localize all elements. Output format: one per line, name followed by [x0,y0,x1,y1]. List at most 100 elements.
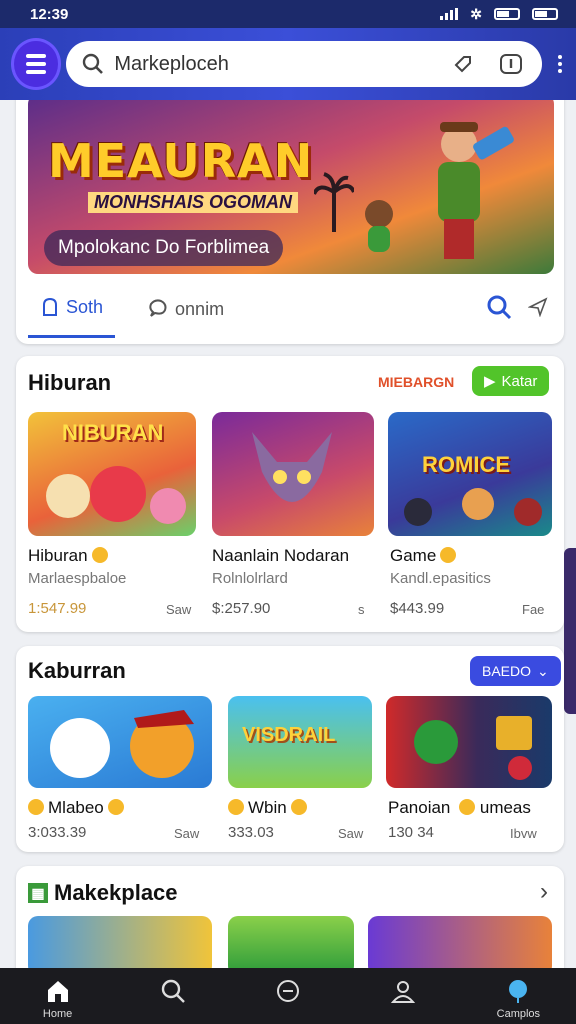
hero-card: MEAURAN MONHSHAIS OGOMAN Mpolokanc Do Fo… [16,100,564,344]
menu-button[interactable] [14,41,59,87]
search-icon [83,53,104,74]
nav-center[interactable] [248,978,328,1020]
tile-caption: ROMICE [422,452,510,477]
search-icon [161,979,185,1003]
filter-button-label: BAEDO [482,663,532,679]
game-tile[interactable] [28,916,212,970]
item-price: 3:033.39 [28,824,87,841]
share-icon [527,296,548,318]
nav-profile[interactable] [363,978,443,1020]
hero-tag[interactable]: Mpolokanc Do Forblimea [44,230,284,266]
play-icon: ▶ [484,373,496,390]
hero-banner[interactable]: MEAURAN MONHSHAIS OGOMAN Mpolokanc Do Fo… [28,100,554,274]
bell-icon [43,297,57,316]
section-title: Kaburran [28,658,126,683]
item-name: Panoian umeas [388,798,531,817]
side-drawer-handle[interactable] [564,548,576,714]
wifi-icon: ✲ [470,5,482,22]
item-meta: Ibvw [510,826,537,841]
status-icons: ✲ [440,6,558,23]
nav-home[interactable]: Home [18,978,98,1020]
signal-icon [440,8,459,20]
item-subtitle: Kandl.epasitics [390,570,491,587]
hero-characters-illustration [414,716,532,780]
adventurers-illustration [404,488,542,526]
item-name: Hiburan [28,546,108,566]
animal-characters-illustration [50,710,194,778]
hero-character-illustration [438,122,514,259]
bottom-navigation: Home Camplos [0,968,576,1024]
more-options-button[interactable] [558,55,562,73]
search-bar[interactable]: Markeploceh [66,41,542,87]
minus-circle-icon [276,980,299,1002]
section-title: Hiburan [28,370,112,395]
tab-bar: Soth onnim [16,280,564,338]
item-name: Game [390,546,457,566]
balloon-icon [509,980,528,1003]
tab-search-button[interactable] [480,294,518,325]
item-subtitle: Rolnlolrlard [212,570,288,587]
chevron-right-icon[interactable]: › [540,878,548,906]
battery-icon-2 [532,8,558,20]
chevron-down-icon: ⌄ [537,662,549,679]
item-price: 1:547.99 [28,600,87,617]
item-meta: Saw [338,826,364,841]
tab-onnim[interactable]: onnim [135,280,236,338]
status-time: 12:39 [30,5,69,23]
coin-icon [459,799,476,815]
item-name: Mlabeo [28,798,124,818]
section-hiburan: Hiburan MIEBARGN ▶ Katar NIBURAN ROMICE … [16,356,564,632]
coin-icon [228,799,244,815]
coin-icon [440,547,457,563]
share-button[interactable] [518,296,564,322]
nav-camplos[interactable]: Camplos [478,978,558,1020]
play-button-label: Katar [501,372,538,390]
game-tile[interactable]: NIBURAN [28,412,196,536]
battery-icon [494,8,520,20]
game-tile[interactable] [28,696,212,788]
game-tile[interactable] [212,412,374,536]
chat-icon [149,299,167,317]
nav-label: Home [42,1008,73,1020]
item-subtitle: Marlaespbaloe [28,570,127,587]
creature-illustration [252,432,332,502]
game-tile[interactable] [228,916,354,970]
item-price: $443.99 [390,600,445,617]
coin-icon [290,799,307,815]
game-tile[interactable] [386,696,552,788]
search-icon [487,295,512,319]
top-bar: Markeploceh [0,28,576,100]
palm-tree-illustration [314,172,354,232]
user-icon [391,981,416,1003]
tag-icon[interactable] [448,49,478,79]
info-icon[interactable] [496,49,526,79]
filter-dropdown-button[interactable]: BAEDO ⌄ [470,656,561,686]
item-meta: Saw [174,826,200,841]
item-name: Naanlain Nodaran [212,546,350,565]
play-button[interactable]: ▶ Katar [472,366,550,396]
tab-soth[interactable]: Soth [28,280,116,338]
status-bar: 12:39 ✲ [0,0,576,28]
game-tile[interactable]: VISDRAIL [228,696,372,788]
hero-title: MEAURAN [48,134,314,188]
nav-search[interactable] [133,978,213,1020]
section-link[interactable]: MIEBARGN [378,374,454,390]
coin-icon [107,799,124,815]
hero-subtitle: MONHSHAIS OGOMAN [88,192,298,213]
coin-icon [91,547,108,563]
tile-caption: VISDRAIL [242,724,336,746]
search-input[interactable]: Markeploceh [114,53,430,76]
cartoon-characters-illustration [46,466,186,524]
game-tile[interactable] [368,916,552,970]
tab-label: onnim [175,298,225,319]
item-meta: Fae [522,602,545,617]
item-price: $:257.90 [212,600,271,617]
coin-icon [28,799,44,815]
item-name: Wbin [228,798,307,818]
item-price: 333.03 [228,824,274,841]
section-title: ▦ Makekplace [28,880,178,906]
nav-label: Camplos [496,1008,541,1020]
game-tile[interactable]: ROMICE [388,412,552,536]
section-kaburran: Kaburran BAEDO ⌄ VISDRAIL Mlabeo 3:033.3… [16,646,564,852]
monkey-illustration [365,200,393,252]
